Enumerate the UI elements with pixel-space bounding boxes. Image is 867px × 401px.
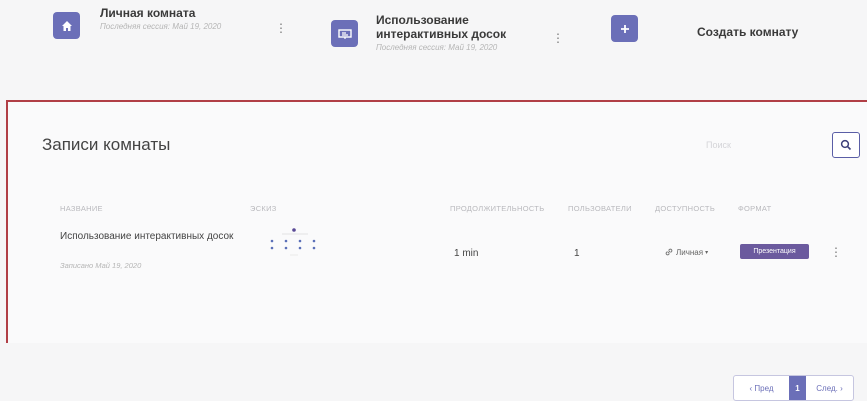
search-icon <box>840 139 852 151</box>
room-title: Личная комната <box>100 6 196 20</box>
pagination: ‹ Пред 1 След. › <box>733 375 854 401</box>
next-page-button[interactable]: След. › <box>806 376 853 400</box>
room-last-session: Последняя сессия: Май 19, 2020 <box>376 43 498 52</box>
room-title-line-2: интерактивных досок <box>376 27 507 41</box>
recording-date: Записано Май 19, 2020 <box>60 261 142 270</box>
presentation-icon <box>331 20 358 47</box>
search-button[interactable] <box>832 132 860 158</box>
plus-icon <box>611 15 638 42</box>
column-header-format: ФОРМАТ <box>738 204 772 213</box>
link-icon <box>665 248 673 256</box>
column-header-name: НАЗВАНИЕ <box>60 204 103 213</box>
column-header-visibility: ДОСТУПНОСТЬ <box>655 204 716 213</box>
create-room-button[interactable] <box>611 13 638 61</box>
recording-name[interactable]: Использование интерактивных досок <box>60 231 233 242</box>
column-header-duration: ПРОДОЛЖИТЕЛЬНОСТЬ <box>450 204 545 213</box>
prev-page-button[interactable]: ‹ Пред <box>734 376 789 400</box>
visibility-dropdown[interactable]: Личная ▾ <box>664 247 708 257</box>
page-title: Записи комнаты <box>42 135 171 154</box>
recording-users: 1 <box>574 248 580 259</box>
recording-thumbnail[interactable] <box>264 224 324 260</box>
room-card-personal[interactable]: Личная комната Последняя сессия: Май 19,… <box>53 6 221 54</box>
column-header-users: ПОЛЬЗОВАТЕЛИ <box>568 204 632 213</box>
room-recordings-panel: Записи комнаты Поиск НАЗВАНИЕ ЭСКИЗ ПРОД… <box>6 100 867 401</box>
chevron-down-icon: ▾ <box>705 249 709 256</box>
column-header-thumbnail: ЭСКИЗ <box>250 204 277 213</box>
format-badge[interactable]: Презентация <box>740 244 809 259</box>
room-title-line-1: Использование <box>376 13 469 27</box>
room-menu-icon[interactable]: ⋮ <box>275 22 287 34</box>
search-input[interactable]: Поиск <box>706 140 731 150</box>
room-menu-icon[interactable]: ⋮ <box>552 32 564 44</box>
current-page[interactable]: 1 <box>789 376 806 400</box>
room-last-session: Последняя сессия: Май 19, 2020 <box>100 22 222 31</box>
home-icon <box>53 12 80 39</box>
visibility-value: Личная <box>676 247 704 257</box>
create-room-label[interactable]: Создать комнату <box>697 25 798 39</box>
recording-menu-icon[interactable]: ⋮ <box>830 246 842 258</box>
room-card-whiteboards[interactable]: Использование интерактивных досок Послед… <box>331 13 507 62</box>
recording-duration: 1 min <box>454 248 479 259</box>
